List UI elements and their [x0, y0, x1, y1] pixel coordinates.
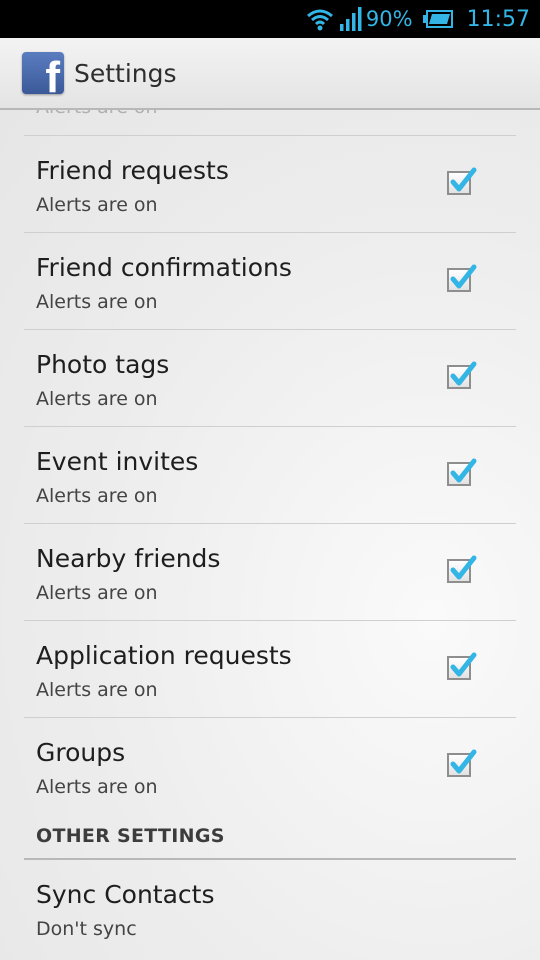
setting-item-photo-tags[interactable]: Photo tags Alerts are on — [24, 330, 516, 427]
settings-content[interactable]: Alerts are on Friend requests Alerts are… — [0, 110, 540, 960]
setting-title: Nearby friends — [36, 544, 221, 573]
status-bar: 90% 11:57 — [0, 0, 540, 38]
checkmark-icon — [450, 458, 477, 483]
checkmark-icon — [450, 361, 477, 386]
checkmark-icon — [450, 167, 477, 192]
setting-item-sync-contacts[interactable]: Sync Contacts Don't sync — [24, 860, 516, 956]
checkmark-icon — [450, 264, 477, 289]
checkbox[interactable] — [447, 361, 477, 389]
setting-summary: Alerts are on — [36, 679, 158, 701]
checkmark-icon — [450, 652, 477, 677]
setting-summary: Alerts are on — [36, 194, 158, 216]
action-bar: f Settings — [0, 38, 540, 110]
setting-title: Groups — [36, 738, 126, 767]
setting-title: Sync Contacts — [36, 880, 215, 909]
setting-summary: Alerts are on — [36, 388, 158, 410]
setting-item-groups[interactable]: Groups Alerts are on — [24, 718, 516, 814]
checkbox[interactable] — [447, 167, 477, 195]
setting-title: Event invites — [36, 447, 199, 476]
setting-item-nearby-friends[interactable]: Nearby friends Alerts are on — [24, 524, 516, 621]
section-header-other-settings: OTHER SETTINGS — [24, 814, 516, 860]
page-title: Settings — [74, 58, 177, 88]
section-header-label: OTHER SETTINGS — [36, 825, 225, 847]
partial-item-summary: Alerts are on — [36, 110, 158, 118]
setting-summary: Alerts are on — [36, 485, 158, 507]
checkbox[interactable] — [447, 264, 477, 292]
checkbox[interactable] — [447, 555, 477, 583]
setting-item-application-requests[interactable]: Application requests Alerts are on — [24, 621, 516, 718]
checkbox[interactable] — [447, 652, 477, 680]
checkbox[interactable] — [447, 749, 477, 777]
setting-title: Application requests — [36, 641, 292, 670]
status-clock: 11:57 — [466, 6, 530, 32]
wifi-icon — [306, 7, 334, 31]
setting-title: Friend confirmations — [36, 253, 292, 282]
setting-item-event-invites[interactable]: Event invites Alerts are on — [24, 427, 516, 524]
facebook-logo-letter: f — [45, 53, 60, 95]
checkmark-icon — [450, 749, 477, 774]
checkbox[interactable] — [447, 458, 477, 486]
setting-item-friend-requests[interactable]: Friend requests Alerts are on — [24, 136, 516, 233]
setting-summary: Alerts are on — [36, 776, 158, 798]
settings-list: Alerts are on Friend requests Alerts are… — [24, 110, 516, 956]
setting-title: Photo tags — [36, 350, 170, 379]
battery-percentage: 90% — [365, 7, 413, 31]
partial-list-item[interactable]: Alerts are on — [24, 110, 516, 136]
checkmark-icon — [450, 555, 477, 580]
setting-item-friend-confirmations[interactable]: Friend confirmations Alerts are on — [24, 233, 516, 330]
battery-icon — [422, 10, 453, 28]
setting-summary: Alerts are on — [36, 582, 158, 604]
setting-title: Friend requests — [36, 156, 229, 185]
setting-summary: Alerts are on — [36, 291, 158, 313]
setting-summary: Don't sync — [36, 918, 137, 940]
facebook-logo-icon[interactable]: f — [22, 52, 64, 94]
signal-icon — [339, 7, 362, 31]
